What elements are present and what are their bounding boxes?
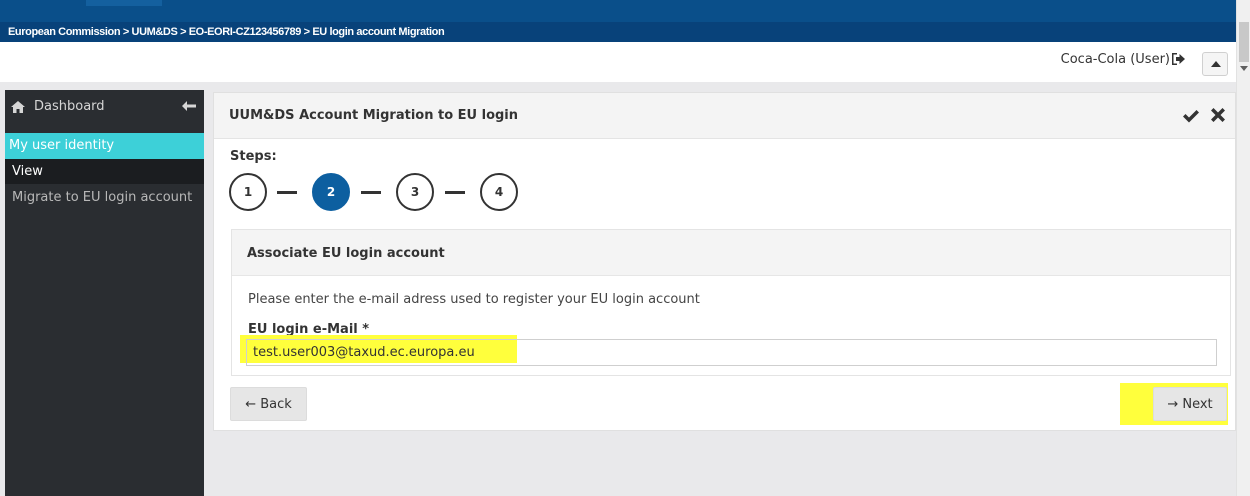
breadcrumb: European Commission > UUM&DS > EO-EORI-C… [0, 22, 1236, 42]
sidebar-dashboard-label: Dashboard [34, 99, 105, 114]
step-3[interactable]: 3 [396, 173, 434, 211]
scroll-down-arrow[interactable] [1240, 66, 1248, 71]
step-2-active[interactable]: 2 [312, 173, 350, 211]
sidebar-dashboard[interactable]: Dashboard [5, 90, 204, 124]
step-connector [277, 191, 297, 194]
subpanel-title: Associate EU login account [247, 246, 445, 261]
next-button[interactable]: → Next [1153, 387, 1227, 421]
back-button[interactable]: ← Back [230, 387, 307, 421]
step-1[interactable]: 1 [229, 173, 267, 211]
step-4[interactable]: 4 [480, 173, 518, 211]
sidebar-section-my-user-identity[interactable]: My user identity [5, 133, 204, 159]
email-field[interactable] [246, 339, 1217, 366]
subpanel-header: Associate EU login account [232, 230, 1230, 276]
sidebar-item-view[interactable]: View [5, 159, 204, 184]
stepper: 1 2 3 4 [229, 173, 529, 213]
step-connector [361, 191, 381, 194]
associate-subpanel: Associate EU login account Please enter … [231, 229, 1231, 376]
home-icon [11, 101, 25, 113]
page-scrollbar[interactable] [1236, 0, 1250, 496]
top-tab [86, 0, 162, 6]
step-connector [445, 191, 465, 194]
scrollbar-thumb[interactable] [1239, 22, 1249, 62]
sidebar: Dashboard My user identity View Migrate … [5, 90, 204, 496]
user-bar: Coca-Cola (User) [0, 42, 1236, 82]
collapse-arrow-icon[interactable] [182, 101, 196, 111]
check-icon[interactable] [1183, 109, 1199, 123]
panel-title: UUM&DS Account Migration to EU login [229, 108, 519, 123]
user-menu[interactable]: Coca-Cola (User) [1061, 52, 1170, 67]
close-icon[interactable] [1211, 108, 1225, 122]
panel-header: UUM&DS Account Migration to EU login [214, 93, 1235, 139]
migration-panel: UUM&DS Account Migration to EU login Ste… [213, 92, 1236, 431]
sidebar-item-migrate[interactable]: Migrate to EU login account [5, 184, 204, 212]
steps-label: Steps: [230, 149, 277, 164]
instruction-text: Please enter the e-mail adress used to r… [248, 292, 700, 307]
top-bar [0, 0, 1236, 22]
logout-icon[interactable] [1170, 51, 1186, 67]
scroll-top-icon[interactable] [1202, 52, 1228, 76]
